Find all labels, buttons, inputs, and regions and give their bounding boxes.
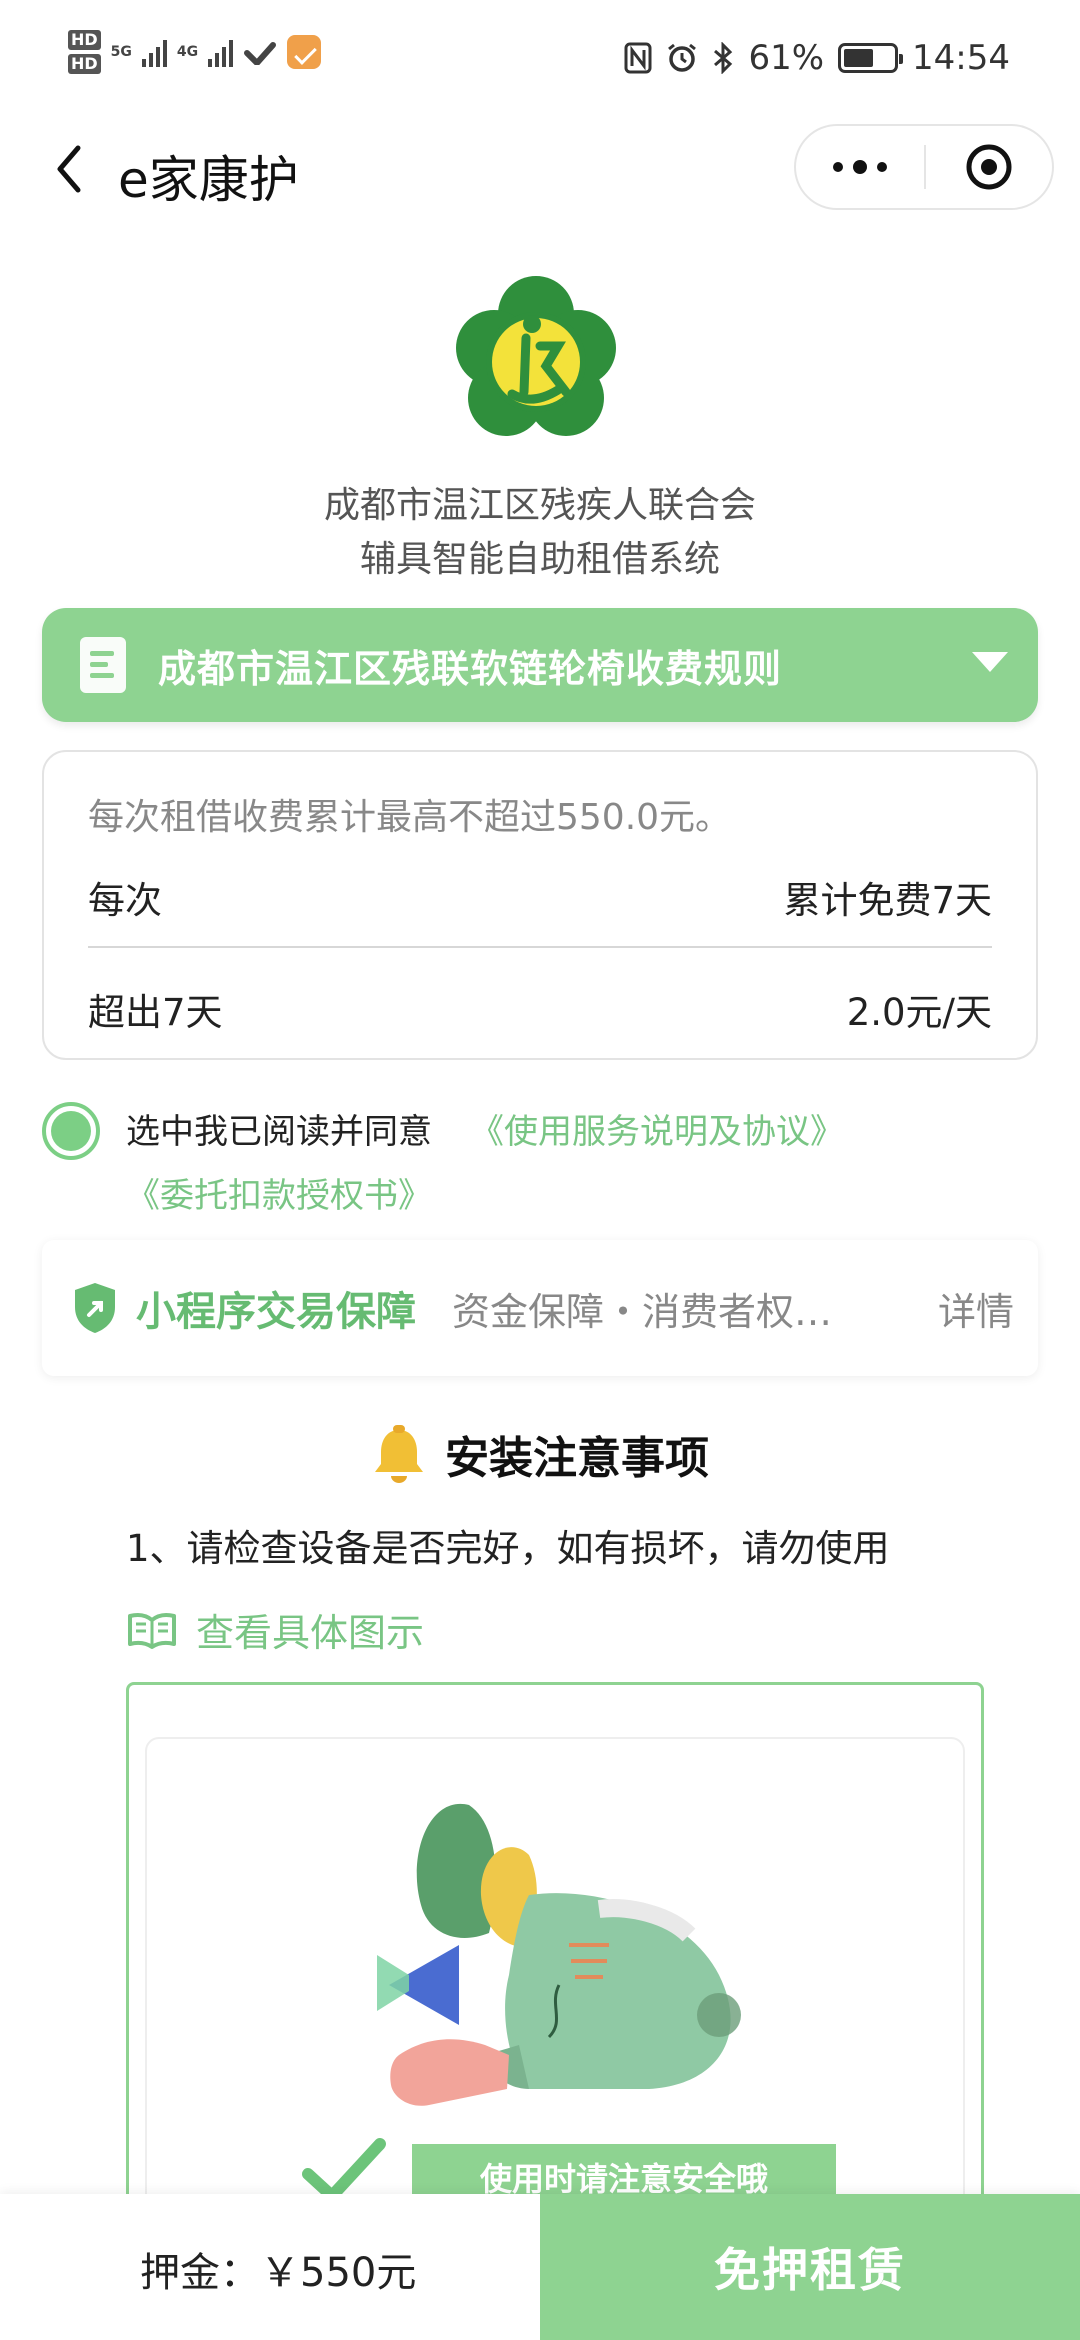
divider [88,946,992,948]
fee-row-value: 累计免费7天 [783,879,992,922]
close-target-icon[interactable] [926,142,1052,192]
nfc-icon [624,42,652,74]
bell-icon [375,1425,423,1483]
back-icon[interactable] [44,144,94,194]
guarantee-title: 小程序交易保障 [136,1289,416,1335]
fee-row-label: 每次 [88,879,162,922]
shield-icon [75,1283,115,1333]
guarantee-desc: 资金保障・消费者权… [452,1289,833,1334]
deposit-label: 押金：￥550元 [140,2250,417,2296]
hd-badge-2: HD [68,54,101,74]
clock: 14:54 [912,38,1010,78]
fee-row: 超出7天 2.0元/天 [88,982,992,1036]
bottom-bar: 押金：￥550元 免押租赁 [0,2194,1080,2340]
deposit-free-rent-button[interactable]: 免押租赁 [540,2194,1080,2340]
fee-row-value: 2.0元/天 [846,991,992,1034]
status-left: HD HD 5G 4G [68,30,322,74]
agree-checkbox[interactable] [42,1102,100,1160]
notes-title: 安装注意事项 [445,1433,709,1484]
book-icon [128,1612,176,1649]
org-name-line1: 成都市温江区残疾人联合会 [323,485,756,526]
fee-cap-note: 每次租借收费累计最高不超过550.0元。 [88,797,732,838]
agree-text: 选中我已阅读并同意 [126,1112,432,1152]
battery-level-fill [844,49,874,67]
view-diagram-label: 查看具体图示 [196,1611,425,1655]
network-5g-label: 5G [110,44,132,60]
view-diagram-link[interactable]: 查看具体图示 [126,1602,424,1657]
battery-percent: 61% [748,38,825,78]
wifi-icon [244,42,277,65]
signal-icon [141,37,167,67]
service-agreement-link[interactable]: 《使用服务说明及协议》 [470,1104,844,1153]
notes-header: 安装注意事项 [0,1422,1080,1486]
hd-badge-1: HD [68,30,101,50]
nav-bar: e家康护 [0,120,1080,220]
network-4g-label: 4G [176,44,199,60]
note-item: 1、请检查设备是否完好，如有损坏，请勿使用 [126,1527,890,1570]
mini-program-capsule [794,124,1054,210]
fee-row: 每次 累计免费7天 [88,870,992,924]
guarantee-detail-link[interactable]: 详情 [938,1281,1014,1336]
page-title: e家康护 [118,151,299,209]
fee-card: 每次租借收费累计最高不超过550.0元。 每次 累计免费7天 超出7天 2.0元… [42,750,1038,1060]
fee-rule-title: 成都市温江区残联软链轮椅收费规则 [158,646,783,691]
bluetooth-icon [714,42,733,74]
signal-icon-2 [208,37,234,67]
fee-rule-dropdown[interactable]: 成都市温江区残联软链轮椅收费规则 [42,608,1038,722]
hd-indicators: HD HD [68,30,101,74]
federation-logo [456,276,616,436]
checkbox-dot [51,1111,91,1151]
status-bar: HD HD 5G 4G 61% 14:54 [0,0,1080,120]
app-notification-icon [287,35,322,69]
status-right: 61% 14:54 [624,38,1010,78]
more-icon[interactable] [796,126,924,208]
transaction-guarantee-bar[interactable]: 小程序交易保障 资金保障・消费者权… 详情 [42,1240,1038,1376]
chevron-down-icon [972,652,1008,672]
fee-row-label: 超出7天 [88,991,223,1034]
alarm-icon [668,43,697,72]
document-icon [80,637,126,693]
battery-icon [838,43,904,73]
debit-authorization-link[interactable]: 《委托扣款授权书》 [126,1168,432,1217]
org-name-line2: 辅具智能自助租借系统 [359,539,720,580]
